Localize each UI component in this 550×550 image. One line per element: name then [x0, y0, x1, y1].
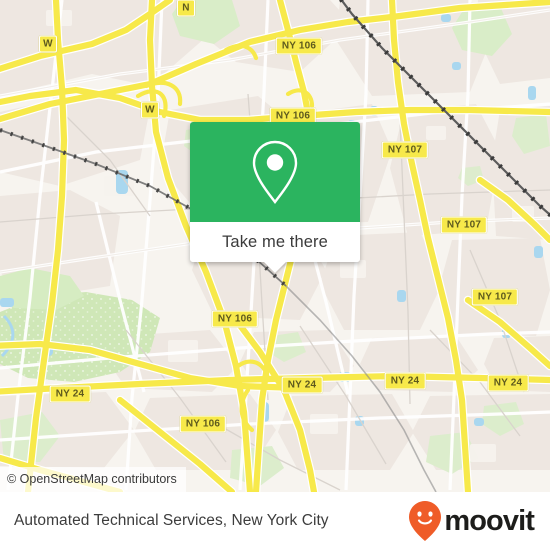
road-shield: NY 106 — [179, 415, 227, 433]
take-me-there-button[interactable]: Take me there — [190, 222, 360, 273]
poi-popup-card[interactable]: Take me there — [190, 122, 360, 273]
footer-bar: Automated Technical Services, New York C… — [0, 492, 550, 550]
card-pointer-tail — [264, 262, 286, 273]
road-shield: NY 24 — [49, 385, 91, 403]
road-shield: NY 24 — [384, 372, 426, 390]
moovit-pin-smiley-icon — [409, 501, 442, 541]
road-shield: NY 24 — [487, 374, 529, 392]
osm-attribution[interactable]: © OpenStreetMap contributors — [0, 467, 186, 492]
moovit-brand[interactable]: moovit — [408, 500, 535, 542]
road-shield: NY 107 — [471, 288, 519, 306]
road-shield: N — [177, 0, 195, 17]
footer-content: Automated Technical Services, New York C… — [0, 492, 550, 550]
road-shield: NY 24 — [281, 376, 323, 394]
road-shield: NY 106 — [275, 37, 323, 55]
road-shield: W — [39, 35, 57, 53]
moovit-map-screenshot: N W W NY 106 NY 106 NY 107 NY 107 NY 107 NY 106 N… — [0, 0, 550, 550]
poi-card-header — [190, 122, 360, 222]
take-me-there-label: Take me there — [222, 232, 328, 251]
road-shield: W — [141, 101, 159, 119]
place-title: Automated Technical Services, New York C… — [14, 512, 329, 529]
moovit-wordmark: moovit — [444, 504, 535, 537]
road-shield: NY 107 — [381, 141, 429, 159]
road-shield: NY 106 — [211, 310, 259, 328]
road-shield: NY 107 — [440, 216, 488, 234]
map-pin-icon — [252, 140, 298, 204]
